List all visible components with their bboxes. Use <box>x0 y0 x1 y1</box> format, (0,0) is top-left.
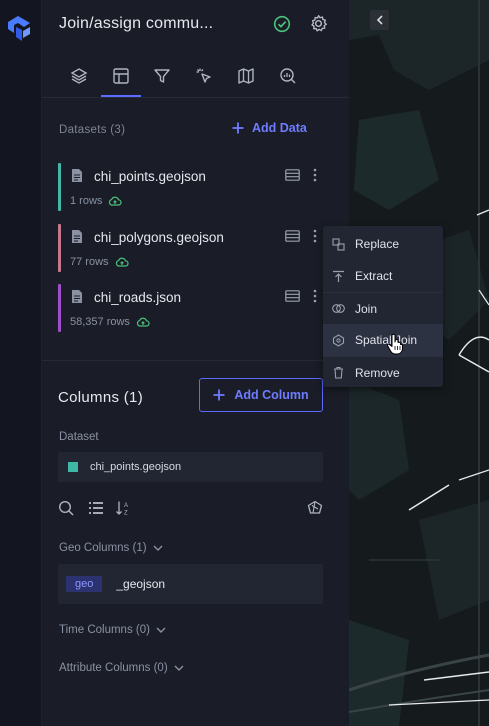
project-title[interactable]: Join/assign commu... <box>59 15 213 33</box>
dataset-name: chi_roads.json <box>94 290 182 305</box>
svg-text:A: A <box>124 503 128 509</box>
show-table-icon[interactable] <box>285 230 300 242</box>
show-table-icon[interactable] <box>285 290 300 302</box>
tab-table[interactable] <box>101 62 141 97</box>
trash-icon <box>334 366 343 379</box>
map-icon <box>238 68 254 84</box>
dataset-select[interactable]: chi_points.geojson <box>58 452 323 482</box>
side-panel: Join/assign commu... Datasets (3) Add Da… <box>42 0 349 726</box>
menu-item-remove[interactable]: Remove <box>323 356 443 388</box>
menu-item-label: Extract <box>355 269 393 283</box>
file-icon <box>72 290 82 303</box>
dataset-select-label: Dataset <box>59 431 99 443</box>
chevron-left-icon <box>376 15 383 25</box>
extract-icon <box>333 270 344 282</box>
more-options-icon[interactable] <box>312 228 318 244</box>
chevron-down-icon <box>156 627 166 633</box>
add-data-button[interactable]: Add Data <box>232 121 307 135</box>
replace-icon <box>332 237 345 251</box>
datasets-heading: Datasets (3) <box>59 124 126 136</box>
plus-icon <box>213 389 225 401</box>
dataset-rows-label: 1 rows <box>70 195 103 207</box>
geo-columns-label: Geo Columns (1) <box>59 542 147 554</box>
cloud-upload-icon <box>136 317 150 327</box>
check-circle-icon <box>273 15 291 33</box>
dataset-rows-label: 77 rows <box>70 256 109 268</box>
hand-cursor-icon <box>387 333 403 355</box>
dataset-row-count: 77 rows <box>70 256 129 268</box>
menu-item-label: Join <box>355 301 378 316</box>
add-column-label: Add Column <box>234 388 309 402</box>
svg-text:Z: Z <box>124 511 128 517</box>
gear-icon[interactable] <box>309 14 328 33</box>
tab-filter[interactable] <box>148 62 176 90</box>
spatial-join-icon <box>332 333 345 347</box>
collapse-panel-button[interactable] <box>370 10 389 30</box>
tab-analysis[interactable] <box>274 62 302 90</box>
more-options-icon[interactable] <box>312 167 318 183</box>
menu-item-replace[interactable]: Replace <box>323 228 443 260</box>
menu-item-label: Replace <box>355 237 400 251</box>
join-icon <box>332 304 345 313</box>
dataset-context-menu: Replace Extract Join Spatial Join Remove <box>323 226 443 387</box>
dataset-row-count: 58,357 rows <box>70 316 150 328</box>
search-icon[interactable] <box>58 500 74 516</box>
tab-basemap[interactable] <box>232 62 260 90</box>
show-table-icon[interactable] <box>285 169 300 181</box>
section-divider <box>42 360 349 361</box>
attribute-columns-label: Attribute Columns (0) <box>59 662 168 674</box>
column-item[interactable]: geo _geojson <box>58 564 323 604</box>
menu-item-extract[interactable]: Extract <box>323 260 443 292</box>
app-logo-icon[interactable] <box>4 14 34 44</box>
menu-item-join[interactable]: Join <box>323 292 443 324</box>
chevron-down-icon <box>174 665 184 671</box>
file-icon <box>72 230 82 243</box>
dataset-color-bar <box>58 284 61 332</box>
chevron-down-icon <box>153 545 163 551</box>
menu-item-label: Remove <box>355 365 400 380</box>
sort-az-icon[interactable]: A Z <box>115 500 131 516</box>
search-chart-icon <box>280 68 296 84</box>
dataset-color-bar <box>58 224 61 272</box>
panel-header: Join/assign commu... <box>42 0 349 50</box>
time-columns-label: Time Columns (0) <box>59 624 150 636</box>
dataset-row-count: 1 rows <box>70 195 123 207</box>
dataset-item[interactable]: chi_polygons.geojson 77 rows <box>58 224 328 272</box>
app-rail <box>0 0 42 726</box>
panel-tabs <box>42 58 349 98</box>
more-options-icon[interactable] <box>312 288 318 304</box>
menu-item-spatial-join[interactable]: Spatial Join <box>323 324 443 356</box>
globe-icon[interactable] <box>307 500 323 516</box>
dataset-color-swatch <box>68 462 78 472</box>
dataset-item[interactable]: chi_roads.json 58,357 rows <box>58 284 328 332</box>
add-column-button[interactable]: Add Column <box>199 378 323 412</box>
dataset-rows-label: 58,357 rows <box>70 316 130 328</box>
tab-interactions[interactable] <box>190 62 218 90</box>
geo-columns-group[interactable]: Geo Columns (1) <box>59 542 163 554</box>
dataset-color-bar <box>58 163 61 211</box>
file-icon <box>72 169 82 182</box>
layers-icon <box>70 68 88 84</box>
dataset-name: chi_polygons.geojson <box>94 230 224 245</box>
list-view-icon[interactable] <box>88 500 104 516</box>
cloud-upload-icon <box>115 257 129 267</box>
filter-icon <box>154 69 170 83</box>
column-type-badge: geo <box>66 576 103 592</box>
cursor-click-icon <box>196 68 211 83</box>
columns-title: Columns (1) <box>58 389 143 406</box>
selected-dataset-name: chi_points.geojson <box>90 461 182 473</box>
add-data-label: Add Data <box>252 121 307 135</box>
tab-layers[interactable] <box>65 62 93 90</box>
column-name: _geojson <box>116 577 166 591</box>
time-columns-group[interactable]: Time Columns (0) <box>59 624 166 636</box>
plus-icon <box>232 122 244 134</box>
cloud-upload-icon <box>109 196 123 206</box>
dataset-item[interactable]: chi_points.geojson 1 rows <box>58 163 328 211</box>
attribute-columns-group[interactable]: Attribute Columns (0) <box>59 662 184 674</box>
table-icon <box>113 68 129 84</box>
dataset-name: chi_points.geojson <box>94 169 206 184</box>
